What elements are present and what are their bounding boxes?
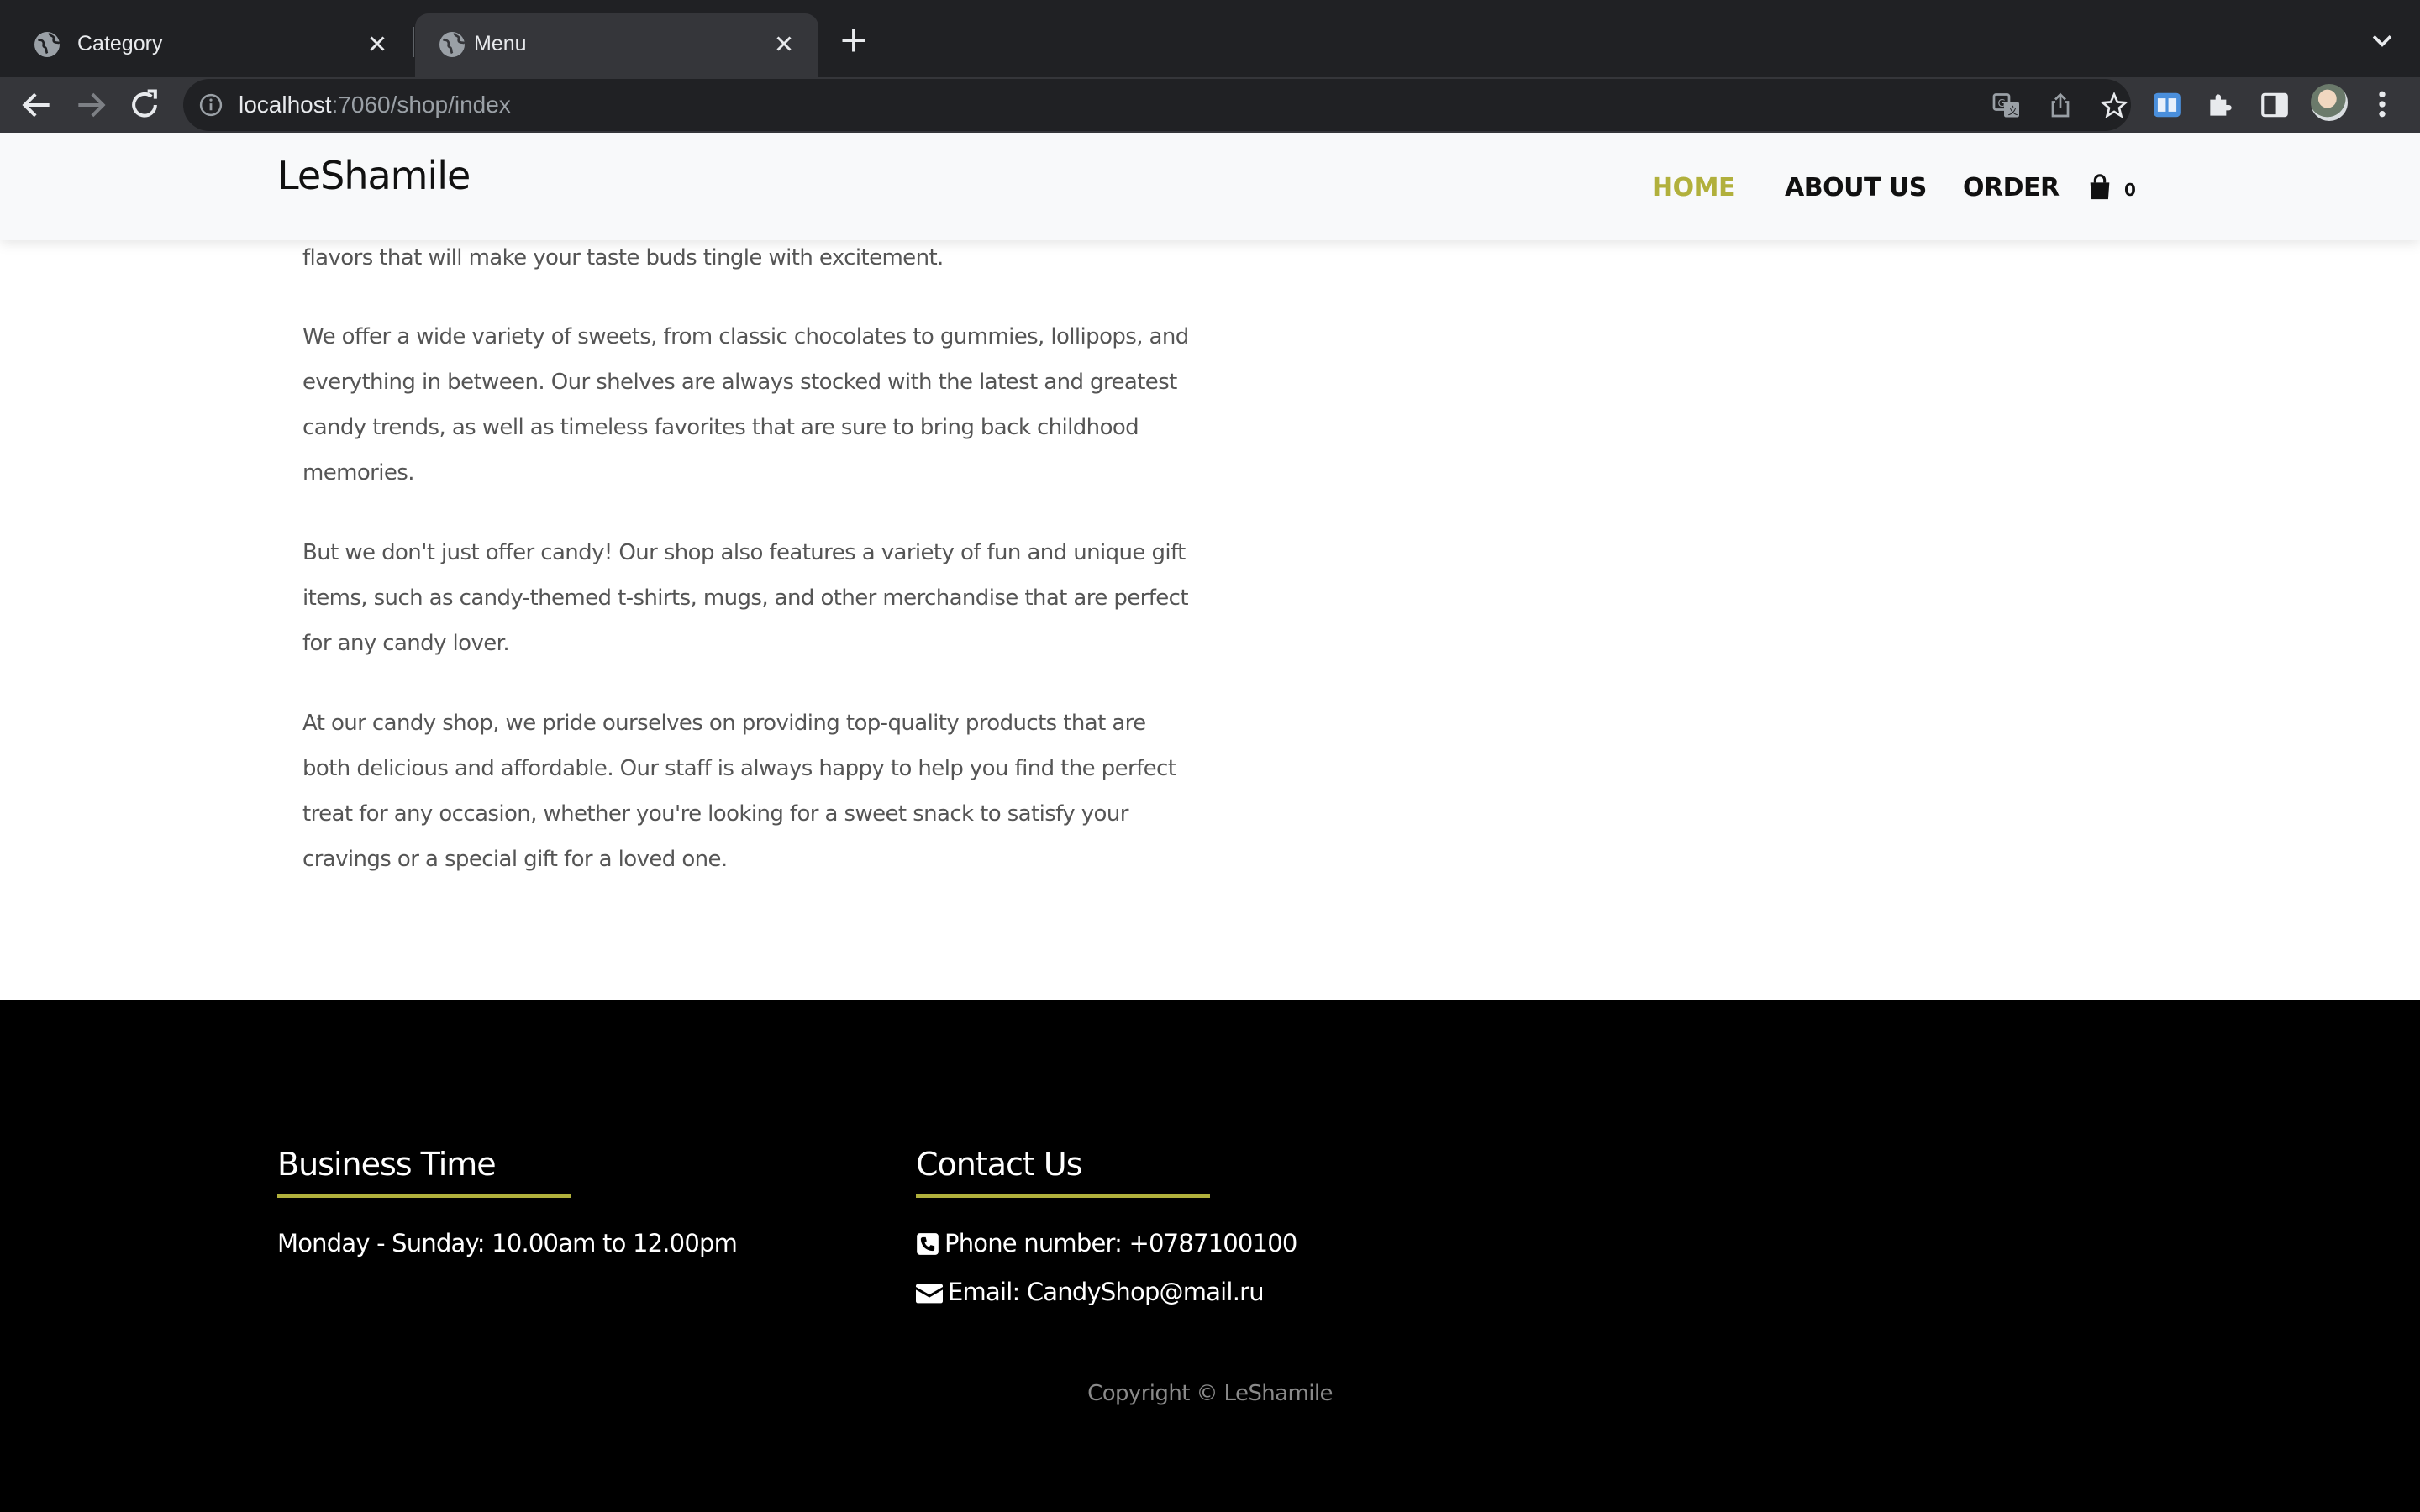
side-panel-icon[interactable] [2259,89,2291,121]
address-bar[interactable]: localhost:7060/shop/index G 文 [183,79,2131,131]
shopping-bag-icon[interactable] [2087,173,2112,202]
svg-text:文: 文 [2008,104,2018,117]
footer-heading-business-time: Business Time [277,1146,497,1183]
more-vertical-icon[interactable] [2371,87,2393,121]
extensions-puzzle-icon[interactable] [2205,89,2237,121]
url-host: localhost [239,92,332,118]
tab-category[interactable]: Category [0,13,412,77]
content-paragraph: We offer a wide variety of sweets, from … [302,324,1189,486]
profile-avatar[interactable] [2311,84,2348,121]
tab-menu[interactable]: Menu [415,13,818,77]
new-tab-icon[interactable] [839,25,869,55]
forward-icon[interactable] [72,87,109,123]
nav-about-us[interactable]: ABOUT US [1785,173,1927,202]
phone-icon [917,1233,939,1255]
footer-heading-contact-us: Contact Us [916,1146,1083,1183]
content-paragraph: But we don't just offer candy! Our shop … [302,540,1189,656]
close-icon[interactable] [771,31,797,56]
page-viewport: flavors that will make your taste buds t… [0,133,2420,1512]
globe-icon [439,32,466,57]
browser-toolbar: localhost:7060/shop/index G 文 [0,77,2420,133]
content-paragraph: flavors that will make your taste buds t… [302,245,944,270]
site-logo[interactable]: LeShamile [277,153,471,198]
browser-tab-bar: Category Menu [0,0,2420,77]
globe-icon [34,32,60,57]
nav-order[interactable]: ORDER [1963,173,2060,202]
bookmark-star-icon[interactable] [2099,91,2129,121]
copyright-text: Copyright © LeShamile [1087,1381,1333,1406]
envelope-icon [916,1284,943,1304]
url-text[interactable]: localhost:7060/shop/index [239,89,511,121]
paragraph-stack: We offer a wide variety of sweets, from … [302,314,1193,916]
reload-icon[interactable] [126,87,163,123]
contact-email[interactable]: Email: CandyShop@mail.ru [948,1275,1265,1309]
tab-title: Category [77,32,163,55]
heading-underline [916,1194,1210,1198]
content-paragraph: At our candy shop, we pride ourselves on… [302,711,1176,872]
contact-phone: Phone number: +0787100100 [944,1229,1297,1257]
translate-icon[interactable]: G 文 [1991,91,2022,121]
business-hours: Monday - Sunday: 10.00am to 12.00pm [277,1229,738,1257]
tab-title: Menu [474,32,527,55]
site-footer: Business Time Monday - Sunday: 10.00am t… [0,1000,2420,1512]
svg-text:G: G [1998,97,2006,109]
reader-extension-icon[interactable] [2151,89,2183,121]
share-icon[interactable] [2045,91,2075,121]
cart-count[interactable]: 0 [2124,180,2136,200]
close-icon[interactable] [365,31,390,56]
chevron-down-icon[interactable] [2368,27,2396,55]
tab-separator [413,27,414,57]
url-path: :7060/shop/index [331,92,511,118]
back-icon[interactable] [18,87,55,123]
info-icon[interactable] [198,92,224,118]
heading-underline [277,1194,571,1198]
nav-home[interactable]: HOME [1652,173,1735,202]
site-header: LeShamile HOME ABOUT US ORDER 0 [0,133,2420,240]
